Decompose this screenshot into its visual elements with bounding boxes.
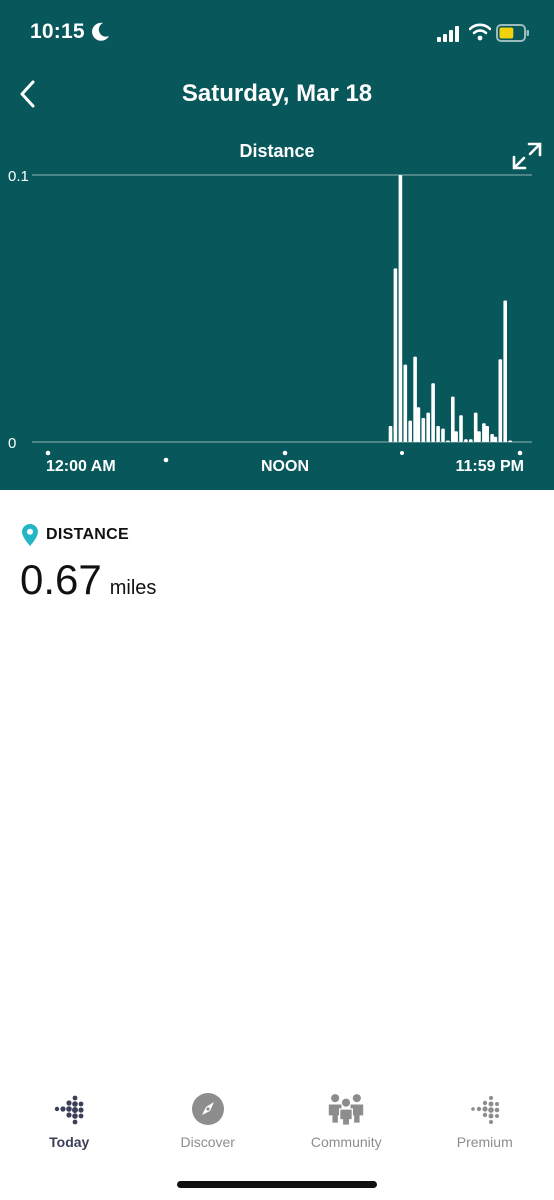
cellular-signal-icon [437, 26, 459, 42]
compass-icon [191, 1093, 224, 1125]
tab-label-premium: Premium [456, 1134, 513, 1150]
distance-bar [482, 423, 486, 442]
status-time: 10:15 [30, 20, 85, 43]
distance-bar [441, 428, 445, 442]
distance-bar [508, 440, 512, 442]
tab-label-community: Community [310, 1134, 382, 1150]
x-tick-dot [163, 457, 169, 463]
home-indicator [177, 1181, 377, 1188]
distance-bar [493, 436, 498, 442]
distance-bar [408, 420, 412, 442]
distance-value: 0.67 [20, 556, 102, 603]
distance-bar [431, 383, 435, 442]
bar-group [388, 175, 512, 442]
distance-unit: miles [109, 577, 157, 599]
community-icon [329, 1094, 364, 1126]
distance-bar [464, 439, 468, 442]
x-tick-dot [517, 450, 523, 456]
tab-label-discover: Discover [180, 1134, 235, 1150]
x-tick-label-noon: NOON [261, 458, 309, 475]
distance-bar [485, 426, 489, 442]
distance-bar [503, 300, 507, 442]
y-tick-label-top: 0.1 [8, 168, 29, 185]
metric-value: 0.67 miles [20, 556, 156, 604]
location-pin-icon [22, 524, 38, 546]
x-tick-label-end: 11:59 PM [456, 458, 524, 475]
battery-icon [496, 24, 529, 42]
distance-bar [393, 268, 398, 442]
metric-header: DISTANCE [22, 524, 129, 546]
distance-bar [413, 356, 417, 442]
distance-bar [398, 175, 403, 442]
x-tick-label-start: 12:00 AM [46, 458, 116, 475]
distance-bar [469, 439, 473, 442]
x-tick-dot [400, 451, 404, 455]
distance-bar [498, 359, 503, 442]
metric-label: DISTANCE [46, 526, 129, 543]
distance-bar [490, 434, 494, 442]
tab-label-today: Today [49, 1134, 90, 1150]
distance-bar [421, 418, 426, 442]
distance-bar [446, 440, 450, 442]
distance-bar [451, 396, 455, 442]
fitbit-dots-icon [55, 1095, 84, 1125]
x-tick-dot [45, 450, 51, 456]
wifi-icon [469, 23, 491, 41]
distance-bar [403, 364, 408, 442]
tab-today[interactable]: Today [0, 1090, 139, 1160]
bottom-tab-bar: Today Discover Community Premium [0, 1090, 554, 1160]
distance-bar [477, 431, 481, 442]
distance-chart: 0.1 0 12:00 AM NOON 11:59 PM [8, 168, 532, 475]
distance-bar [388, 426, 393, 442]
moon-icon [92, 22, 109, 41]
distance-bar [416, 407, 421, 442]
page-title: Saturday, Mar 18 [181, 80, 373, 107]
tab-discover[interactable]: Discover [139, 1090, 278, 1160]
tab-community[interactable]: Community [277, 1090, 416, 1160]
distance-bar [454, 431, 458, 442]
chart-title: Distance [239, 141, 315, 161]
header-panel: 10:15 Saturday, Mar 18 Distance 0.1 0 12… [0, 0, 554, 490]
distance-bar [436, 426, 440, 442]
x-tick-dot [282, 450, 288, 456]
tab-premium[interactable]: Premium [416, 1090, 554, 1160]
distance-bar [459, 415, 463, 442]
premium-dots-icon [470, 1096, 500, 1124]
distance-bar [473, 412, 478, 442]
y-tick-label-zero: 0 [8, 435, 16, 452]
distance-bar [426, 412, 430, 442]
